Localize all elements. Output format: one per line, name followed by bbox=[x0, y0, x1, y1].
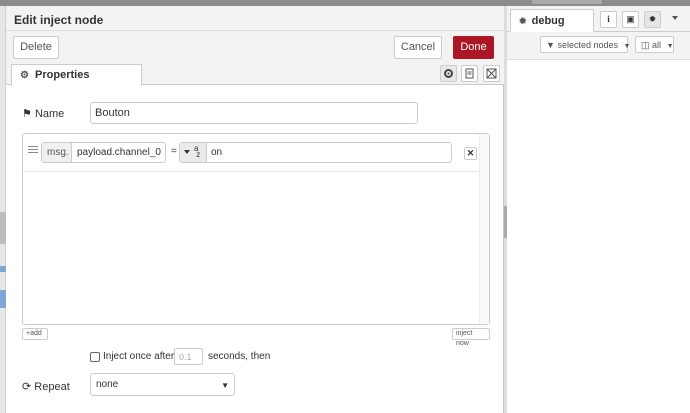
tab-settings[interactable] bbox=[440, 65, 457, 82]
filter-icon: ▼ bbox=[546, 40, 555, 50]
msg-prefix[interactable]: msg. bbox=[42, 143, 72, 162]
name-label-text: Name bbox=[34, 108, 65, 120]
trash-icon: ◫ bbox=[641, 40, 650, 50]
repeat-value: none bbox=[96, 379, 119, 390]
clear-select[interactable]: ◫ all ▼ bbox=[635, 36, 674, 53]
appearance-icon bbox=[486, 68, 497, 79]
tray-header: Edit inject node bbox=[6, 6, 504, 31]
caret-down-icon[interactable] bbox=[672, 16, 678, 20]
chevron-down-icon: ▼ bbox=[623, 43, 631, 50]
string-type-icon: a z bbox=[194, 144, 201, 159]
info-icon[interactable]: i bbox=[600, 11, 617, 28]
tray-toolbar: Delete Cancel Done bbox=[6, 31, 504, 67]
equals-sign: = bbox=[171, 146, 177, 157]
gear-icon bbox=[444, 69, 453, 78]
sidebar: ✹ debug i ▣ ✹ ▼ selected nodes ▼ ◫ all ▼ bbox=[507, 6, 690, 413]
property-field[interactable]: msg. payload.channel_0 bbox=[41, 142, 166, 163]
document-icon bbox=[465, 68, 474, 79]
header-highlight bbox=[532, 0, 602, 4]
edit-tray: Edit inject node Delete Cancel Done ⚙ Pr… bbox=[6, 6, 504, 413]
bug-icon: ✹ bbox=[519, 16, 527, 26]
remove-icon[interactable]: ✕ bbox=[464, 147, 477, 160]
tab-properties-label: Properties bbox=[35, 69, 90, 81]
sidebar-tabs: ✹ debug i ▣ ✹ bbox=[507, 6, 690, 32]
value-field[interactable]: a z on bbox=[179, 142, 452, 163]
tag-icon: ⚑ bbox=[22, 108, 32, 120]
book-icon[interactable]: ▣ bbox=[622, 11, 639, 28]
tab-properties[interactable]: ⚙ Properties bbox=[11, 64, 142, 86]
chevron-down-icon: ▼ bbox=[221, 381, 229, 390]
filter-select[interactable]: ▼ selected nodes ▼ bbox=[540, 36, 631, 53]
cancel-button[interactable]: Cancel bbox=[394, 36, 442, 59]
inject-once-label: Inject once after bbox=[103, 351, 175, 362]
tray-tabs: ⚙ Properties bbox=[6, 63, 504, 86]
add-label: add bbox=[30, 330, 42, 337]
delay-suffix: seconds, then bbox=[208, 351, 271, 362]
tab-debug[interactable]: ✹ debug bbox=[510, 9, 594, 32]
done-button[interactable]: Done bbox=[453, 36, 494, 59]
caret-down-icon bbox=[184, 150, 190, 154]
property-list: msg. payload.channel_0 = a z on ✕ bbox=[22, 133, 490, 325]
name-label: ⚑ Name bbox=[22, 107, 64, 120]
inject-once-checkbox[interactable] bbox=[90, 352, 100, 362]
repeat-select[interactable]: none ▼ bbox=[90, 373, 235, 396]
chevron-down-icon: ▼ bbox=[666, 43, 674, 50]
value-text: on bbox=[211, 147, 223, 158]
bug-icon[interactable]: ✹ bbox=[644, 11, 661, 28]
tray-title: Edit inject node bbox=[14, 13, 104, 27]
tab-debug-label: debug bbox=[531, 15, 565, 27]
tab-appearance[interactable] bbox=[483, 65, 500, 82]
add-button[interactable]: +add bbox=[22, 328, 48, 340]
repeat-label-text: Repeat bbox=[34, 381, 70, 393]
list-scrollbar[interactable] bbox=[479, 134, 489, 324]
drag-handle-icon[interactable] bbox=[28, 146, 38, 155]
repeat-label: ⟳ Repeat bbox=[22, 380, 70, 393]
delay-input[interactable]: 0.1 bbox=[174, 348, 203, 365]
tab-description[interactable] bbox=[461, 65, 478, 82]
inject-now-button[interactable]: inject now bbox=[452, 328, 490, 347]
property-path: payload.channel_0 bbox=[77, 147, 161, 158]
name-input[interactable]: Bouton bbox=[90, 102, 418, 124]
type-selector[interactable]: a z bbox=[180, 143, 207, 162]
filter-label: selected nodes bbox=[557, 40, 618, 50]
delete-button[interactable]: Delete bbox=[13, 36, 59, 59]
clear-label: all bbox=[652, 40, 662, 50]
list-item: msg. payload.channel_0 = a z on ✕ bbox=[23, 134, 481, 172]
debug-toolbar: ▼ selected nodes ▼ ◫ all ▼ bbox=[507, 32, 690, 60]
repeat-icon: ⟳ bbox=[22, 381, 32, 393]
gear-icon: ⚙ bbox=[20, 70, 29, 81]
